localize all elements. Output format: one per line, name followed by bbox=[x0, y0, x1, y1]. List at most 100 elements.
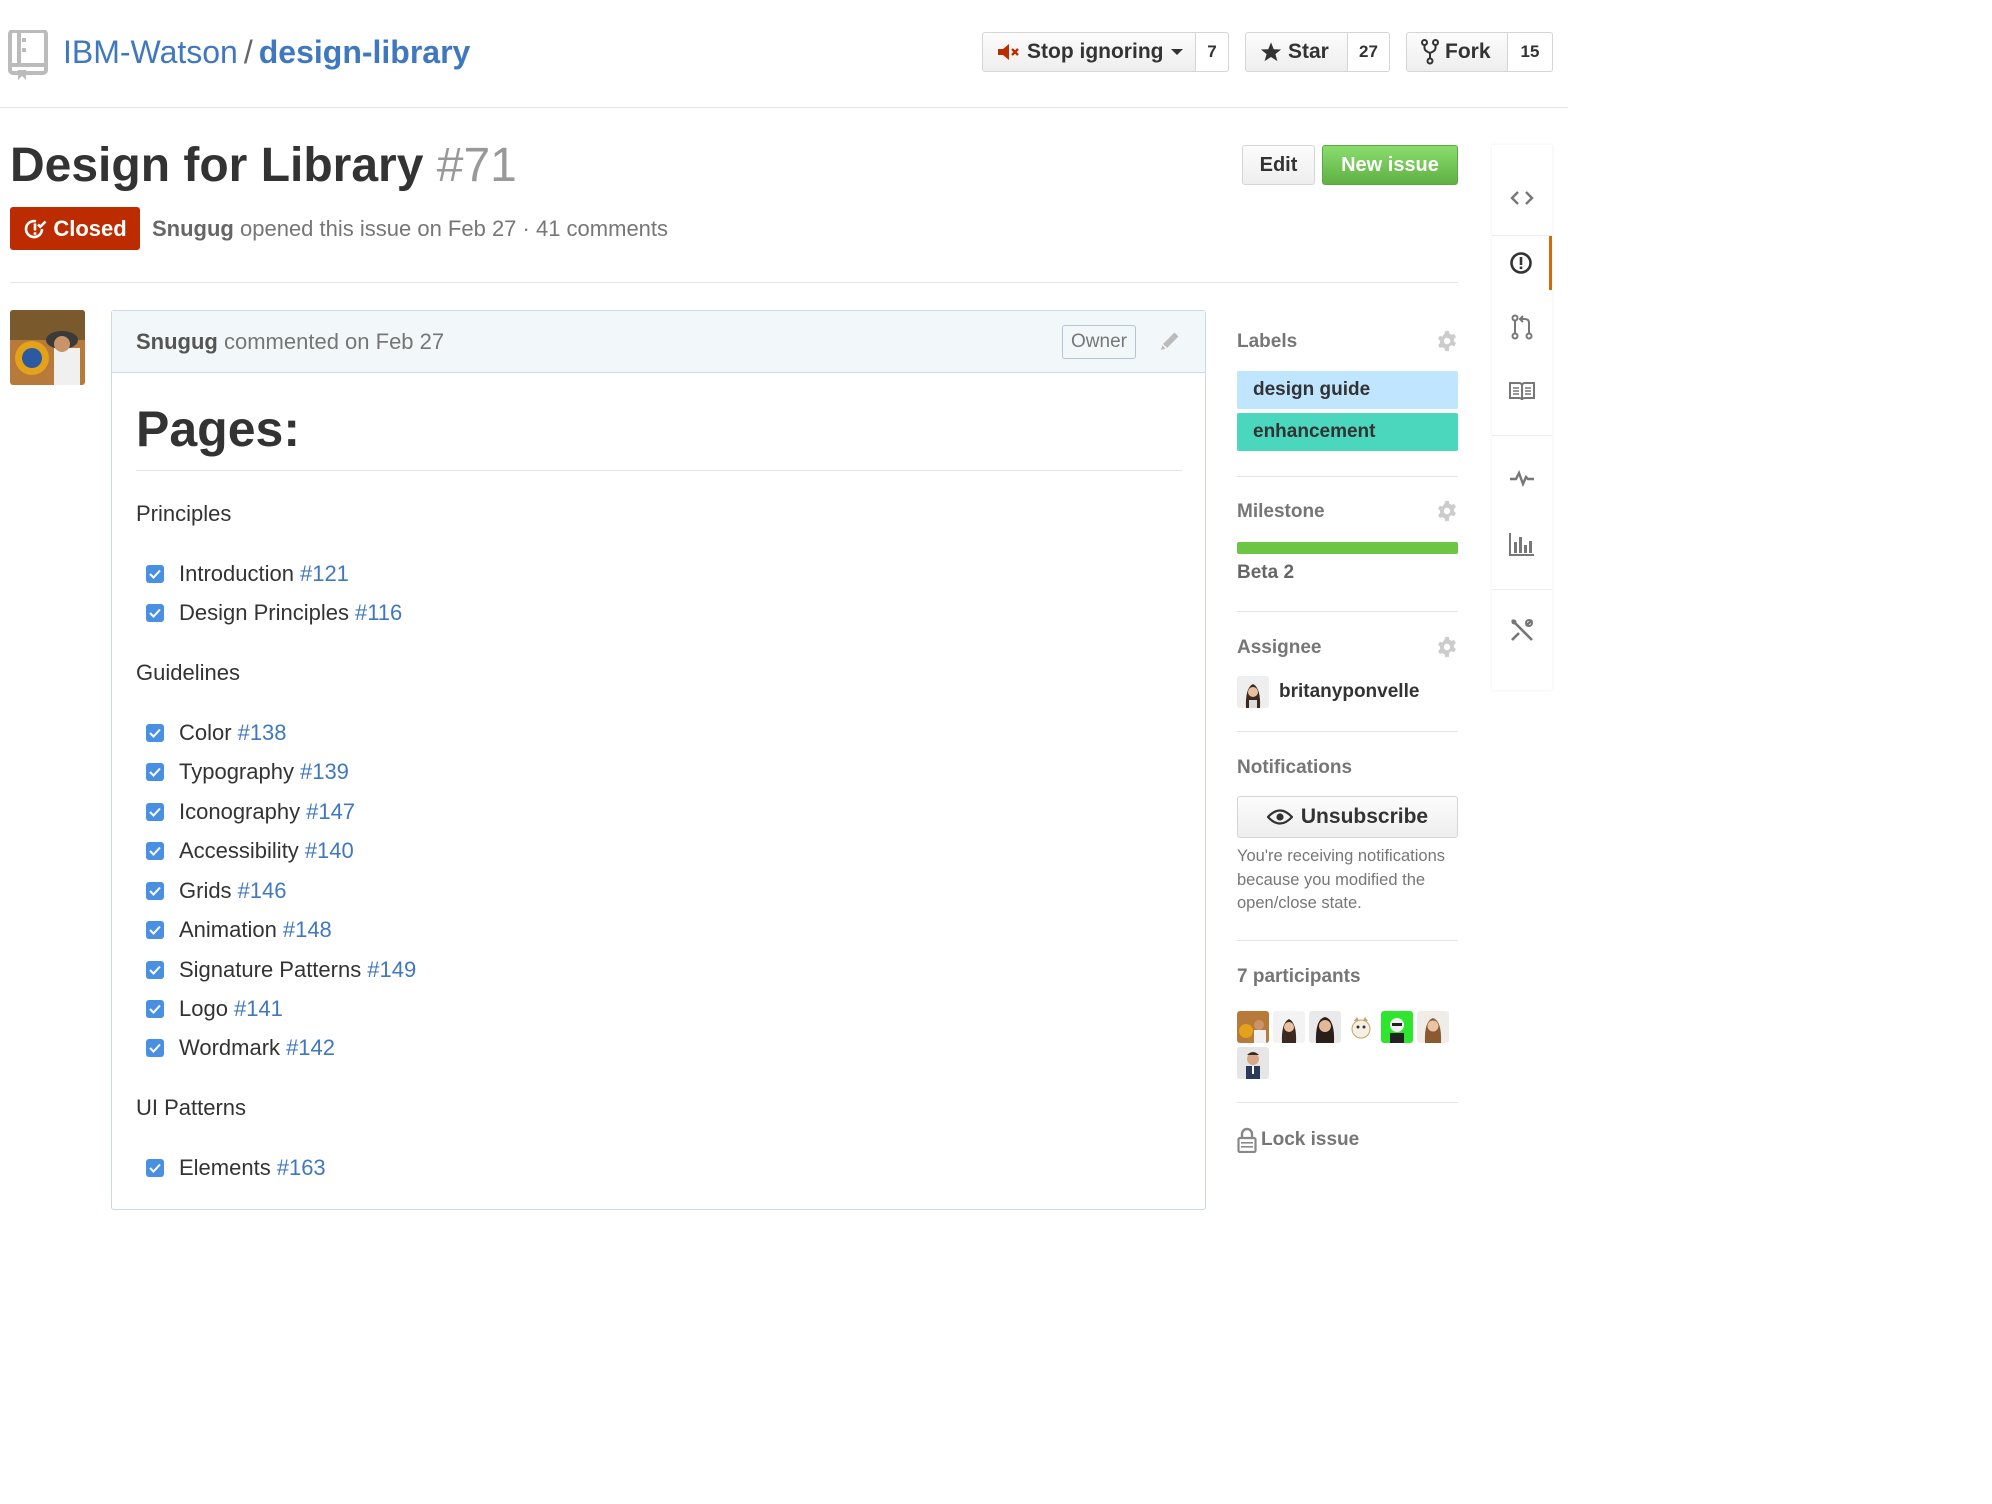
task-text: Typography bbox=[179, 759, 294, 784]
chevron-down-icon bbox=[1171, 49, 1184, 55]
sidebar-divider bbox=[1237, 731, 1458, 732]
task-item: Introduction #121 bbox=[146, 559, 349, 589]
checkbox[interactable] bbox=[146, 1159, 164, 1177]
checkbox[interactable] bbox=[146, 842, 164, 860]
unsubscribe-button[interactable]: Unsubscribe bbox=[1237, 796, 1458, 838]
checkbox[interactable] bbox=[146, 604, 164, 622]
settings-icon bbox=[1511, 619, 1533, 641]
issue-author-link[interactable]: Snugug bbox=[152, 216, 234, 241]
stargazers-count[interactable]: 27 bbox=[1348, 32, 1390, 72]
issue-ref-link[interactable]: #147 bbox=[306, 799, 355, 825]
checkbox[interactable] bbox=[146, 565, 164, 583]
checkbox[interactable] bbox=[146, 763, 164, 781]
label-design-guide[interactable]: design guide bbox=[1237, 371, 1458, 409]
participant-avatar[interactable] bbox=[1273, 1011, 1305, 1043]
gear-icon[interactable] bbox=[1436, 636, 1458, 663]
task-item: Typography #139 bbox=[146, 757, 349, 787]
status-label: Closed bbox=[53, 215, 127, 241]
checkbox[interactable] bbox=[146, 803, 164, 821]
comment-meta-text: commented on Feb 27 bbox=[224, 329, 445, 354]
lock-issue-link[interactable]: Lock issue bbox=[1237, 1127, 1359, 1153]
participant-avatar[interactable] bbox=[1381, 1011, 1413, 1043]
issue-ref-link[interactable]: #121 bbox=[300, 561, 349, 587]
nav-pull-requests[interactable] bbox=[1492, 300, 1552, 354]
issue-closed-icon bbox=[25, 219, 47, 238]
gear-icon[interactable] bbox=[1436, 330, 1458, 357]
nav-graphs[interactable] bbox=[1492, 517, 1552, 571]
new-issue-button[interactable]: New issue bbox=[1322, 145, 1458, 185]
task-item: Signature Patterns #149 bbox=[146, 955, 416, 985]
nav-separator bbox=[1492, 435, 1552, 436]
star-button[interactable]: Star bbox=[1245, 32, 1348, 72]
watchers-count[interactable]: 7 bbox=[1196, 32, 1229, 72]
issue-ref-link[interactable]: #149 bbox=[367, 957, 416, 983]
owner-badge: Owner bbox=[1062, 325, 1136, 359]
task-item: Animation #148 bbox=[146, 915, 332, 945]
milestone-name[interactable]: Beta 2 bbox=[1237, 562, 1294, 584]
checkbox[interactable] bbox=[146, 724, 164, 742]
repo-name-link[interactable]: design-library bbox=[259, 34, 471, 70]
issue-ref-link[interactable]: #139 bbox=[300, 759, 349, 785]
task-text: Elements bbox=[179, 1155, 271, 1180]
issue-ref-link[interactable]: #116 bbox=[355, 600, 402, 626]
nav-code[interactable] bbox=[1492, 171, 1552, 225]
issue-meta-text: opened this issue on Feb 27 · 41 comment… bbox=[240, 216, 669, 241]
participant-avatar[interactable] bbox=[1237, 1047, 1269, 1079]
watch-label: Stop ignoring bbox=[1027, 40, 1164, 63]
issue-meta: Snugug opened this issue on Feb 27 · 41 … bbox=[152, 214, 668, 244]
issue-ref-link[interactable]: #138 bbox=[238, 720, 287, 746]
pencil-icon[interactable] bbox=[1158, 329, 1182, 358]
notifications-reason: You're receiving notifications because y… bbox=[1237, 847, 1445, 912]
watch-button[interactable]: Stop ignoring bbox=[982, 32, 1196, 72]
notifications-heading: Notifications bbox=[1237, 757, 1353, 778]
issue-ref-link[interactable]: #148 bbox=[283, 917, 332, 943]
participant-avatar[interactable] bbox=[1417, 1011, 1449, 1043]
checkbox[interactable] bbox=[146, 921, 164, 939]
issue-title: Design for Library #71 bbox=[10, 138, 517, 194]
assignee[interactable]: britanyponvelle bbox=[1237, 676, 1419, 708]
forks-count[interactable]: 15 bbox=[1508, 32, 1553, 72]
section-title: UI Patterns bbox=[136, 1095, 247, 1120]
label-enhancement[interactable]: enhancement bbox=[1237, 413, 1458, 451]
nav-settings[interactable] bbox=[1492, 603, 1552, 657]
nav-issues[interactable] bbox=[1492, 236, 1552, 290]
nav-wiki[interactable] bbox=[1492, 364, 1552, 418]
task-item: Logo #141 bbox=[146, 994, 283, 1024]
gear-icon[interactable] bbox=[1436, 500, 1458, 527]
heading-rule bbox=[136, 470, 1182, 471]
star-action: Star 27 bbox=[1245, 32, 1390, 72]
checkbox[interactable] bbox=[146, 1039, 164, 1057]
watch-action: Stop ignoring 7 bbox=[982, 32, 1229, 72]
issue-ref-link[interactable]: #140 bbox=[305, 838, 354, 864]
issue-ref-link[interactable]: #142 bbox=[286, 1035, 335, 1061]
star-label: Star bbox=[1288, 40, 1329, 63]
issue-ref-link[interactable]: #163 bbox=[277, 1155, 326, 1181]
divider bbox=[10, 282, 1458, 283]
nav-pulse[interactable] bbox=[1492, 451, 1552, 505]
repo-owner-link[interactable]: IBM-Watson bbox=[63, 34, 238, 70]
repo-nav bbox=[1492, 145, 1552, 690]
fork-button[interactable]: Fork bbox=[1406, 32, 1508, 72]
assignee-heading: Assignee bbox=[1237, 637, 1322, 658]
checkbox[interactable] bbox=[146, 961, 164, 979]
participant-avatar[interactable] bbox=[1309, 1011, 1341, 1043]
issue-ref-link[interactable]: #146 bbox=[238, 878, 287, 904]
task-item: Elements #163 bbox=[146, 1153, 326, 1183]
checkbox[interactable] bbox=[146, 1000, 164, 1018]
section-title: Guidelines bbox=[136, 660, 240, 685]
task-item: Accessibility #140 bbox=[146, 836, 354, 866]
pull-request-icon bbox=[1511, 314, 1533, 340]
repo-header: IBM-Watson / design-library Stop ignoring … bbox=[0, 0, 1568, 108]
task-item: Color #138 bbox=[146, 718, 287, 748]
checkbox[interactable] bbox=[146, 882, 164, 900]
participant-avatar[interactable] bbox=[1345, 1011, 1377, 1043]
avatar[interactable] bbox=[10, 310, 85, 385]
task-text: Introduction bbox=[179, 561, 294, 586]
comment-author-link[interactable]: Snugug bbox=[136, 329, 218, 354]
issue-ref-link[interactable]: #141 bbox=[234, 996, 283, 1022]
labels-heading: Labels bbox=[1237, 331, 1298, 352]
task-item: Design Principles #116 bbox=[146, 598, 402, 628]
edit-button[interactable]: Edit bbox=[1242, 145, 1315, 185]
repo-title: IBM-Watson / design-library bbox=[63, 32, 470, 72]
participant-avatar[interactable] bbox=[1237, 1011, 1269, 1043]
